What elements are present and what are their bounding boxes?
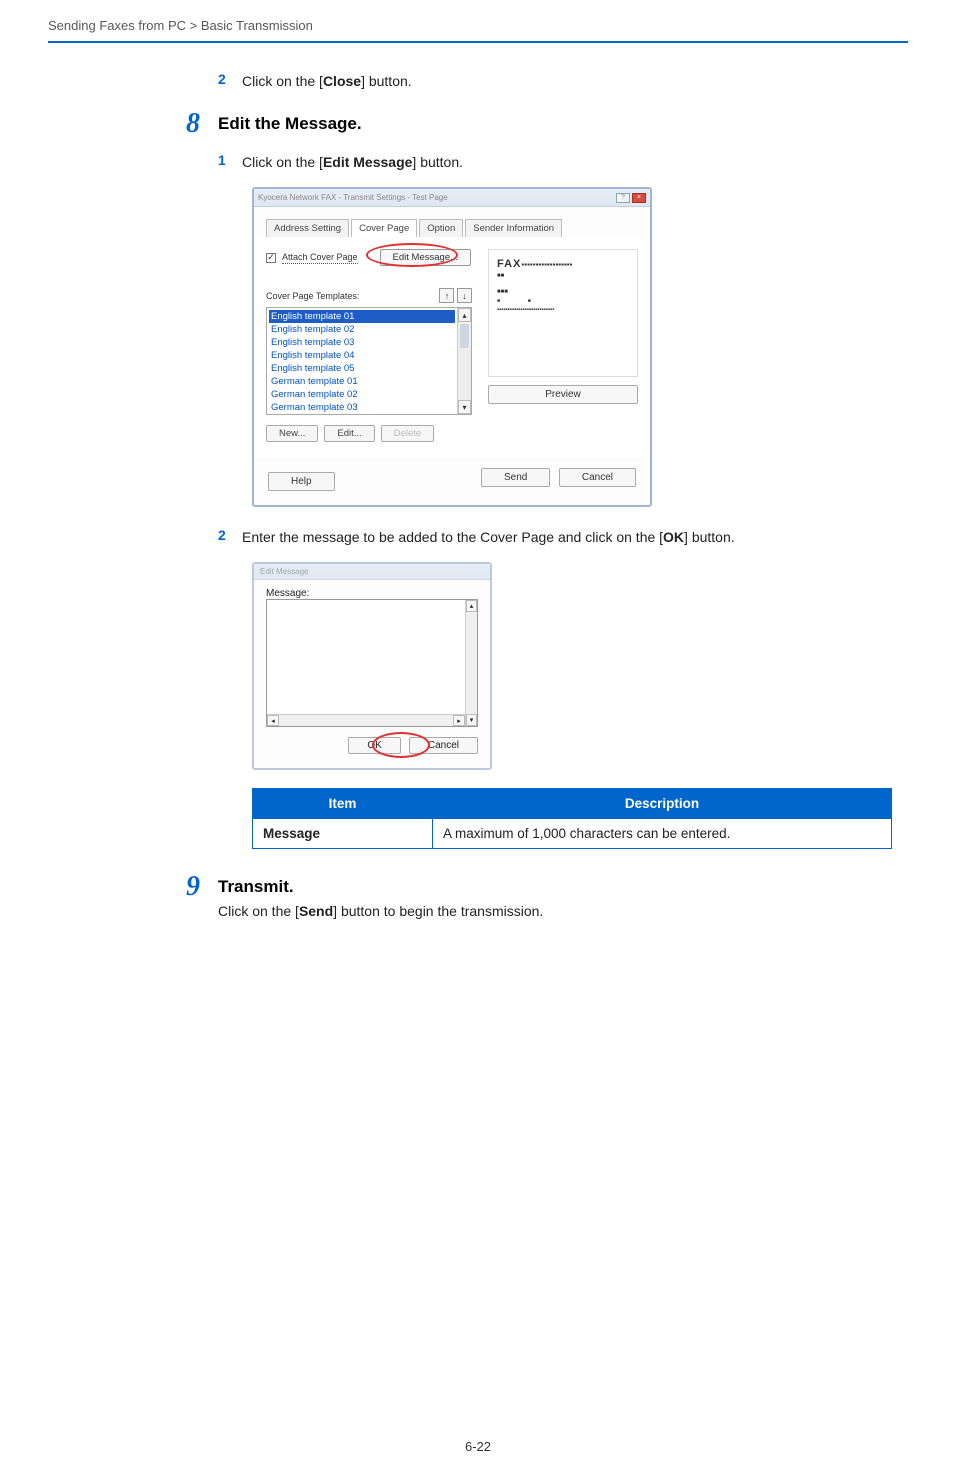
text-part: Enter the message to be added to the Cov… <box>242 529 663 545</box>
tab-cover-page[interactable]: Cover Page <box>351 219 417 237</box>
step8-sub1: 1 Click on the [Edit Message] button. <box>218 152 908 173</box>
tab-option[interactable]: Option <box>419 219 463 237</box>
step7-sub2: 2 Click on the [Close] button. <box>218 71 908 92</box>
text-part: ] button. <box>361 73 412 89</box>
tab-sender-information[interactable]: Sender Information <box>465 219 562 237</box>
ok-label: OK <box>663 529 684 545</box>
help-button[interactable]: Help <box>268 472 335 491</box>
list-item[interactable]: English template 02 <box>269 323 455 336</box>
move-down-icon[interactable]: ↓ <box>457 288 472 303</box>
dialog-tabs: Address Setting Cover Page Option Sender… <box>266 219 640 237</box>
step8-heading: 8 Edit the Message. <box>218 114 908 142</box>
substep-text: Click on the [Edit Message] button. <box>242 152 463 173</box>
cover-page-dialog: Kyocera Network FAX - Transmit Settings … <box>252 187 652 507</box>
list-item[interactable]: English template 03 <box>269 336 455 349</box>
step8-sub2: 2 Enter the message to be added to the C… <box>218 527 908 548</box>
scroll-up-icon[interactable]: ▴ <box>458 308 471 322</box>
list-item[interactable]: English template 05 <box>269 362 455 375</box>
list-item[interactable]: German template 02 <box>269 388 455 401</box>
text-part: Click on the [ <box>242 154 323 170</box>
scroll-down-icon[interactable]: ▾ <box>466 714 477 726</box>
help-icon[interactable]: ? <box>616 193 630 203</box>
page-number: 6-22 <box>48 1439 908 1454</box>
list-item[interactable]: German template 03 <box>269 401 455 414</box>
step9-heading: 9 Transmit. Click on the [Send] button t… <box>218 877 908 919</box>
text-part: Click on the [ <box>242 73 323 89</box>
header-rule <box>48 41 908 43</box>
horizontal-scrollbar[interactable]: ◂ ▸ <box>267 714 465 726</box>
list-item[interactable]: English template 01 <box>269 310 455 323</box>
send-label: Send <box>299 903 333 919</box>
cover-page-preview: FAX▪▪▪▪▪▪▪▪▪▪▪▪▪▪▪▪▪▪ ■■ ■■■ ■ ■ ▪▪▪▪▪▪▪… <box>488 249 638 377</box>
text-part: ] button to begin the transmission. <box>333 903 543 919</box>
message-input[interactable]: ▴ ▾ ◂ ▸ <box>266 599 478 727</box>
close-label: Close <box>323 73 361 89</box>
edit-message-dialog: Edit Message Message: ▴ ▾ ◂ ▸ OK Cancel <box>252 562 492 770</box>
move-up-icon[interactable]: ↑ <box>439 288 454 303</box>
fax-preview-title: FAX <box>497 258 521 270</box>
step8-title: Edit the Message. <box>218 114 362 134</box>
table-cell-item: Message <box>253 819 433 849</box>
table-cell-description: A maximum of 1,000 characters can be ent… <box>433 819 892 849</box>
step-number-9: 9 <box>180 873 206 901</box>
highlight-circle-icon <box>366 243 458 267</box>
substep-text: Enter the message to be added to the Cov… <box>242 527 735 548</box>
edit-message-label: Edit Message <box>323 154 412 170</box>
table-header-description: Description <box>433 789 892 819</box>
step-number-8: 8 <box>180 110 206 138</box>
text-part: ] button. <box>412 154 463 170</box>
send-button[interactable]: Send <box>481 468 550 487</box>
substep-number: 2 <box>218 71 232 87</box>
dialog-titlebar: Kyocera Network FAX - Transmit Settings … <box>254 189 650 207</box>
substep-number: 2 <box>218 527 232 543</box>
step9-title: Transmit. <box>218 877 543 897</box>
close-icon[interactable]: × <box>632 193 646 203</box>
scroll-left-icon[interactable]: ◂ <box>267 715 279 726</box>
templates-label: Cover Page Templates: <box>266 291 359 301</box>
table-row: Message A maximum of 1,000 characters ca… <box>253 819 892 849</box>
substep-text: Click on the [Close] button. <box>242 71 412 92</box>
template-listbox[interactable]: English template 01 English template 02 … <box>266 307 472 415</box>
table-header-item: Item <box>253 789 433 819</box>
edit-button[interactable]: Edit... <box>324 425 374 442</box>
text-part: ] button. <box>684 529 735 545</box>
window-title: Kyocera Network FAX - Transmit Settings … <box>258 193 448 202</box>
breadcrumb: Sending Faxes from PC > Basic Transmissi… <box>48 18 908 41</box>
text-part: Click on the [ <box>218 903 299 919</box>
scroll-up-icon[interactable]: ▴ <box>466 600 477 612</box>
delete-button[interactable]: Delete <box>381 425 434 442</box>
message-info-table: Item Description Message A maximum of 1,… <box>252 788 892 849</box>
message-label: Message: <box>266 588 478 599</box>
highlight-circle-icon <box>372 732 430 758</box>
scroll-thumb[interactable] <box>460 324 469 348</box>
attach-cover-page-label: Attach Cover Page <box>282 252 358 264</box>
scroll-right-icon[interactable]: ▸ <box>453 715 465 726</box>
new-button[interactable]: New... <box>266 425 318 442</box>
dialog-titlebar: Edit Message <box>254 564 490 580</box>
vertical-scrollbar[interactable]: ▴ ▾ <box>465 600 477 726</box>
substep-number: 1 <box>218 152 232 168</box>
step9-body: Click on the [Send] button to begin the … <box>218 903 543 919</box>
cancel-button[interactable]: Cancel <box>559 468 636 487</box>
scroll-down-icon[interactable]: ▾ <box>458 400 471 414</box>
list-item[interactable]: German template 01 <box>269 375 455 388</box>
tab-address-setting[interactable]: Address Setting <box>266 219 349 237</box>
listbox-scrollbar[interactable]: ▴ ▾ <box>457 308 471 414</box>
list-item[interactable]: English template 04 <box>269 349 455 362</box>
attach-cover-page-checkbox[interactable]: ✓ <box>266 253 276 263</box>
preview-button[interactable]: Preview <box>488 385 638 404</box>
